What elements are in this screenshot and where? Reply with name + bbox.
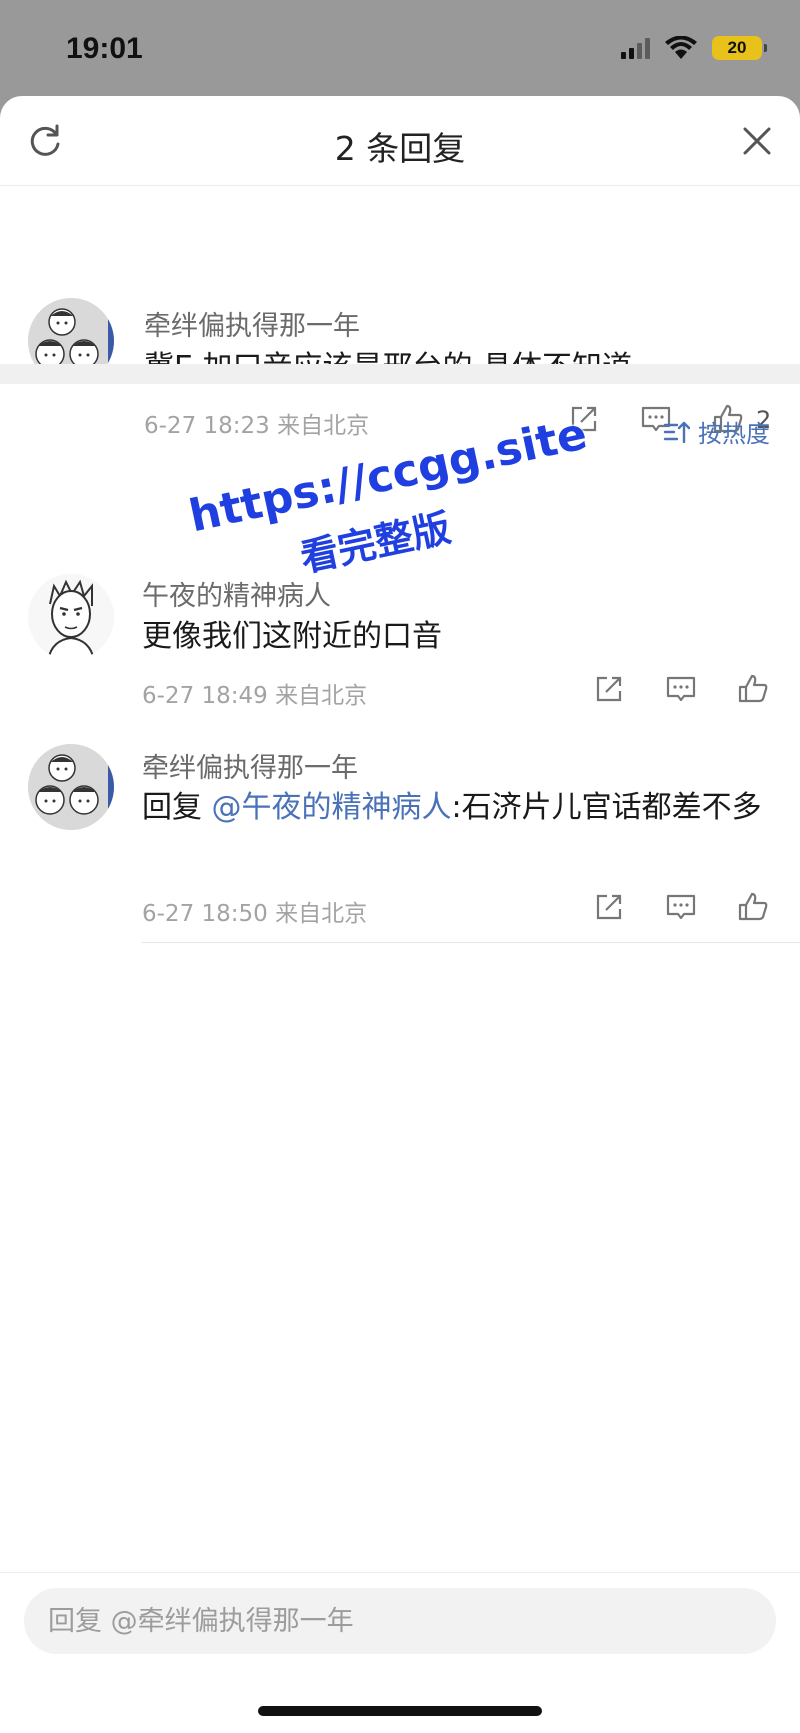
like-button[interactable] bbox=[737, 673, 769, 705]
reply-separator bbox=[142, 942, 800, 943]
share-button[interactable] bbox=[568, 403, 600, 435]
wifi-icon bbox=[665, 36, 697, 59]
mention-link[interactable]: @午夜的精神病人 bbox=[212, 790, 452, 825]
reply-meta: 6-27 18:50 来自北京 bbox=[142, 901, 368, 927]
comment-meta: 6-27 18:23 来自北京 bbox=[144, 413, 370, 439]
reply-input[interactable] bbox=[24, 1588, 776, 1654]
comment-button[interactable] bbox=[665, 673, 697, 705]
status-bar: 19:01 20 bbox=[0, 0, 800, 100]
close-icon[interactable] bbox=[740, 124, 774, 158]
status-icons: 20 bbox=[621, 36, 767, 60]
avatar[interactable] bbox=[28, 574, 114, 660]
reply-username[interactable]: 午夜的精神病人 bbox=[142, 574, 331, 613]
reply-content: 更像我们这附近的口音 bbox=[142, 619, 442, 654]
reply-meta: 6-27 18:49 来自北京 bbox=[142, 683, 368, 709]
sort-label: 按热度 bbox=[698, 420, 770, 448]
reply-text: :石济片儿官话都差不多 bbox=[451, 790, 762, 825]
sort-icon bbox=[663, 421, 690, 443]
avatar-sketch-face-icon bbox=[28, 574, 114, 660]
comment-icon bbox=[666, 894, 696, 920]
share-icon bbox=[596, 894, 622, 920]
reply-prefix: 回复 bbox=[142, 790, 202, 825]
avatar[interactable] bbox=[28, 744, 114, 830]
reply-content: 回复 @午夜的精神病人:石济片儿官话都差不多 bbox=[142, 784, 762, 832]
battery-icon: 20 bbox=[712, 36, 767, 60]
thumbs-up-icon bbox=[738, 892, 768, 921]
home-indicator[interactable] bbox=[258, 1706, 542, 1716]
status-time: 19:01 bbox=[66, 32, 143, 65]
comment-username[interactable]: 牵绊偏执得那一年 bbox=[144, 304, 360, 343]
sheet-title: 2 条回复 bbox=[334, 129, 466, 168]
comment-icon bbox=[666, 676, 696, 702]
like-button[interactable] bbox=[737, 891, 769, 923]
sort-toggle[interactable]: 按热度 bbox=[662, 414, 770, 449]
replies-sheet: 2 条回复 牵绊偏执得那一年 冀E 加口音应该是邢台的 具体不知道 6- bbox=[0, 96, 800, 1733]
share-button[interactable] bbox=[593, 673, 625, 705]
sheet-header: 2 条回复 bbox=[0, 96, 800, 186]
comment-button[interactable] bbox=[665, 891, 697, 923]
thumbs-up-icon bbox=[738, 674, 768, 703]
reply-username[interactable]: 牵绊偏执得那一年 bbox=[142, 746, 358, 785]
share-icon bbox=[596, 676, 622, 702]
avatar-cartoon-faces-icon bbox=[28, 744, 114, 830]
share-button[interactable] bbox=[593, 891, 625, 923]
battery-level: 20 bbox=[727, 38, 747, 57]
share-icon bbox=[571, 406, 597, 432]
section-divider bbox=[0, 364, 800, 384]
cellular-signal-icon bbox=[621, 37, 650, 59]
